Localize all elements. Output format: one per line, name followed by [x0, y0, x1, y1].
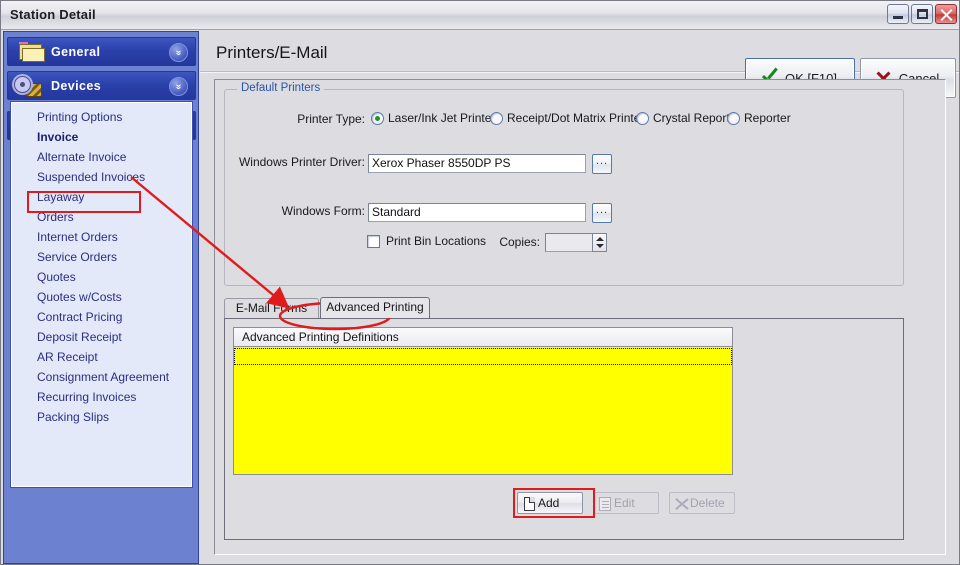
advanced-printing-grid[interactable]: Advanced Printing Definitions	[233, 327, 733, 475]
maximize-icon	[917, 9, 928, 19]
add-button-label: Add	[538, 496, 560, 510]
sidebar-item-quotes-w-costs[interactable]: Quotes w/Costs	[12, 287, 193, 307]
sidebar-item-service-orders[interactable]: Service Orders	[12, 247, 193, 267]
printer-driver-label: Windows Printer Driver:	[238, 155, 365, 169]
sidebar-section-general[interactable]: General »	[7, 37, 196, 66]
sidebar-item-list: Printing Options Invoice Alternate Invoi…	[10, 101, 193, 488]
windows-form-label: Windows Form:	[281, 204, 365, 218]
copies-label: Copies:	[499, 235, 540, 249]
edit-icon	[599, 497, 611, 511]
new-document-icon	[524, 497, 535, 511]
grid-row-selected[interactable]	[234, 348, 732, 365]
sidebar-item-packing-slips[interactable]: Packing Slips	[12, 407, 193, 427]
windows-form-input[interactable]: Standard	[368, 203, 586, 222]
sidebar-item-printing-options[interactable]: Printing Options	[12, 107, 193, 127]
edit-button-label: Edit	[614, 496, 635, 510]
radio-receipt-dotmatrix[interactable]	[490, 112, 503, 125]
radio-laser-inkjet[interactable]	[371, 112, 384, 125]
window-title: Station Detail	[10, 7, 96, 22]
stepper-up-icon	[596, 237, 604, 241]
sidebar-item-contract-pricing[interactable]: Contract Pricing	[12, 307, 193, 327]
default-printers-group: Default Printers Printer Type: Laser/Ink…	[224, 82, 904, 286]
sidebar-item-deposit-receipt[interactable]: Deposit Receipt	[12, 327, 193, 347]
delete-icon	[675, 497, 688, 511]
add-button[interactable]: Add	[517, 492, 583, 514]
sidebar-item-internet-orders[interactable]: Internet Orders	[12, 227, 193, 247]
content-area: Printers/E-Mail OK [F10] Cancel Default …	[200, 31, 959, 564]
windows-form-browse-button[interactable]: ...	[592, 203, 612, 223]
default-printers-group-title: Default Printers	[237, 82, 325, 94]
copies-stepper[interactable]	[592, 233, 607, 252]
printer-driver-input[interactable]: Xerox Phaser 8550DP PS	[368, 154, 586, 173]
sidebar: General » Devices » Printers/E-Mail « Pr…	[3, 31, 199, 564]
chevron-down-icon: »	[169, 77, 188, 96]
tab-advanced-printing[interactable]: Advanced Printing	[320, 297, 430, 318]
maximize-button[interactable]	[911, 4, 933, 24]
sidebar-section-general-label: General	[51, 45, 101, 59]
delete-button-label: Delete	[690, 496, 725, 510]
delete-button[interactable]: Delete	[669, 492, 735, 514]
radio-reporter-label: Reporter	[744, 111, 791, 125]
sidebar-item-ar-receipt[interactable]: AR Receipt	[12, 347, 193, 367]
radio-crystal-report[interactable]	[636, 112, 649, 125]
radio-laser-inkjet-label: Laser/Ink Jet Printer	[388, 111, 496, 125]
page-title: Printers/E-Mail	[216, 43, 328, 62]
sidebar-section-devices-label: Devices	[51, 79, 102, 93]
grid-column-header: Advanced Printing Definitions	[234, 328, 732, 347]
printer-driver-browse-button[interactable]: ...	[592, 154, 612, 174]
close-button[interactable]	[935, 4, 957, 24]
sidebar-item-alternate-invoice[interactable]: Alternate Invoice	[12, 147, 193, 167]
print-bin-locations-checkbox[interactable]	[367, 235, 380, 248]
sidebar-item-consignment-agreement[interactable]: Consignment Agreement	[12, 367, 193, 387]
station-detail-window: Station Detail General » Devices » Print…	[0, 0, 960, 565]
sidebar-section-devices[interactable]: Devices »	[7, 71, 196, 100]
minimize-button[interactable]	[887, 4, 909, 24]
sidebar-item-layaway[interactable]: Layaway	[12, 187, 193, 207]
folder-icon	[16, 42, 46, 64]
window-controls	[887, 4, 957, 24]
settings-panel: Default Printers Printer Type: Laser/Ink…	[214, 79, 946, 555]
radio-reporter[interactable]	[727, 112, 740, 125]
advanced-printing-panel: Advanced Printing Definitions Add Edit D…	[224, 318, 904, 540]
tab-email-forms[interactable]: E-Mail Forms	[224, 298, 319, 318]
sidebar-item-invoice[interactable]: Invoice	[12, 127, 193, 147]
title-bar: Station Detail	[1, 1, 959, 30]
radio-crystal-report-label: Crystal Report	[653, 111, 730, 125]
sidebar-item-recurring-invoices[interactable]: Recurring Invoices	[12, 387, 193, 407]
sidebar-item-suspended-invoices[interactable]: Suspended Invoices	[12, 167, 193, 187]
chevron-down-icon: »	[169, 43, 188, 62]
sidebar-item-quotes[interactable]: Quotes	[12, 267, 193, 287]
stepper-down-icon	[596, 244, 604, 248]
sidebar-item-orders[interactable]: Orders	[12, 207, 193, 227]
gears-icon	[14, 75, 46, 99]
tab-bar: E-Mail Forms Advanced Printing	[224, 297, 904, 318]
minimize-icon	[893, 16, 903, 19]
printer-type-label: Printer Type:	[297, 112, 365, 126]
radio-receipt-dotmatrix-label: Receipt/Dot Matrix Printer	[507, 111, 645, 125]
edit-button[interactable]: Edit	[593, 492, 659, 514]
